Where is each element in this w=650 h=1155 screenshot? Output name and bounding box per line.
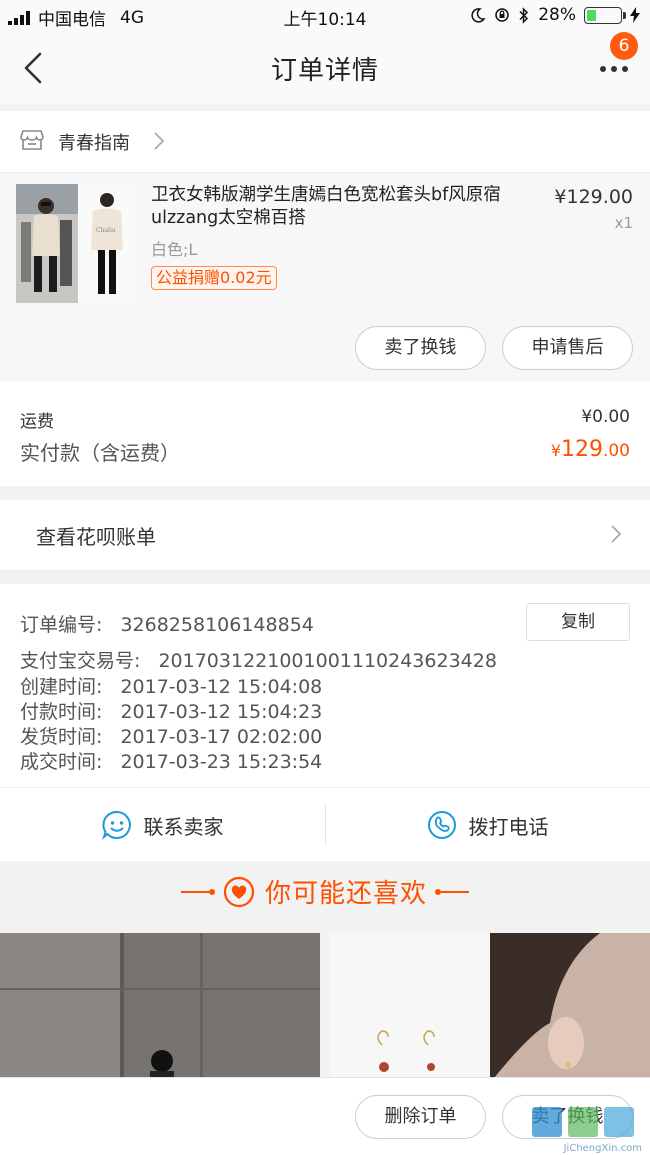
decor-line-left — [180, 888, 215, 895]
battery-percent: 28% — [538, 5, 576, 25]
heart-icon — [223, 876, 255, 907]
delete-order-button[interactable]: 删除订单 — [355, 1095, 486, 1139]
call-phone-label[interactable]: 拨打电话 — [469, 811, 549, 840]
bluetooth-icon — [519, 6, 529, 24]
recommend-header: 你可能还喜欢 — [0, 861, 650, 933]
alipay-trade-value: 2017031221001001110243623428 — [158, 650, 497, 672]
order-number-value: 3268258106148854 — [120, 614, 314, 636]
decor-line-right — [435, 888, 469, 895]
product-sku: 白色;L — [151, 240, 198, 259]
alipay-trade-row: 支付宝交易号: 2017031221001001110243623428 — [20, 646, 497, 673]
paid-decimal: .00 — [602, 441, 630, 461]
shipped-time-value: 2017-03-17 02:02:00 — [120, 726, 323, 748]
shipped-time-row: 发货时间: 2017-03-17 02:02:00 — [20, 722, 322, 749]
call-phone-button[interactable]: 拨打电话 — [325, 788, 650, 862]
shipping-value: ¥0.00 — [581, 407, 630, 427]
shop-row[interactable]: 青春指南 — [0, 111, 650, 173]
battery-icon — [584, 6, 626, 24]
copy-button[interactable]: 复制 — [526, 603, 630, 641]
paid-time-value: 2017-03-12 15:04:23 — [120, 701, 323, 723]
fee-summary: 运费 ¥0.00 实付款（含运费） ¥129.00 — [0, 381, 650, 486]
shipping-label: 运费 — [20, 412, 54, 432]
recommend-title-text: 你可能还喜欢 — [264, 879, 427, 909]
status-right: 28% — [470, 5, 640, 25]
created-time-value: 2017-03-12 15:04:08 — [120, 676, 323, 698]
status-bar: 中国电信 4G 上午10:14 28% — [0, 0, 650, 32]
paid-value: ¥129.00 — [551, 437, 630, 462]
order-number-label: 订单编号: — [20, 614, 103, 636]
sell-for-cash-button[interactable]: 卖了换钱 — [355, 326, 486, 370]
created-time-row: 创建时间: 2017-03-12 15:04:08 — [20, 672, 322, 699]
paid-time-label: 付款时间: — [20, 701, 103, 723]
completed-time-value: 2017-03-23 15:23:54 — [120, 751, 323, 773]
product-title[interactable]: 卫衣女韩版潮学生唐嫣白色宽松套头bf风原宿ulzzang太空棉百搭 — [151, 184, 536, 230]
chevron-right-icon — [611, 525, 622, 543]
shop-name[interactable]: 青春指南 — [58, 129, 130, 155]
order-item[interactable]: Chaliu 卫衣女韩版潮学生唐嫣白色宽松套头bf风原宿ulzzang太空棉百搭… — [0, 173, 650, 381]
rotation-lock-icon — [495, 8, 509, 22]
recommend-product-1[interactable] — [0, 933, 320, 1083]
contact-seller-button[interactable]: 联系卖家 — [0, 788, 325, 862]
contact-seller-label[interactable]: 联系卖家 — [144, 811, 224, 840]
apply-after-sale-button[interactable]: 申请售后 — [502, 326, 633, 370]
alipay-trade-label: 支付宝交易号: — [20, 650, 141, 672]
page-title: 订单详情 — [270, 56, 379, 86]
moon-icon — [471, 8, 486, 23]
order-number-row: 订单编号: 3268258106148854 — [20, 610, 314, 637]
nav-bar: 订单详情 6 — [0, 32, 650, 104]
paid-label: 实付款（含运费） — [20, 441, 180, 465]
huabei-label[interactable]: 查看花呗账单 — [36, 521, 156, 550]
recommend-product-2[interactable] — [330, 933, 650, 1083]
chevron-right-icon — [154, 132, 165, 150]
product-image-script: Chaliu — [96, 227, 116, 234]
shop-icon — [20, 130, 44, 150]
huabei-bill-row[interactable]: 查看花呗账单 — [0, 500, 650, 570]
recommend-title: 你可能还喜欢 — [0, 873, 650, 910]
paid-time-row: 付款时间: 2017-03-12 15:04:23 — [20, 697, 322, 724]
paid-currency: ¥ — [550, 441, 561, 460]
phone-icon — [427, 811, 456, 839]
contact-row: 联系卖家 拨打电话 — [0, 787, 650, 861]
product-quantity: x1 — [614, 214, 633, 232]
charging-icon — [630, 7, 640, 23]
paid-integer: 129 — [560, 437, 603, 462]
shipped-time-label: 发货时间: — [20, 726, 103, 748]
smile-chat-icon — [101, 810, 131, 840]
completed-time-row: 成交时间: 2017-03-23 15:23:54 — [20, 747, 322, 774]
charity-tag: 公益捐赠0.02元 — [151, 266, 277, 290]
product-image[interactable]: Chaliu — [16, 184, 135, 303]
notification-badge: 6 — [610, 32, 638, 60]
created-time-label: 创建时间: — [20, 676, 103, 698]
watermark-text: JiChengXin.com — [563, 1143, 642, 1154]
completed-time-label: 成交时间: — [20, 751, 103, 773]
product-price: ¥129.00 — [554, 186, 633, 208]
order-info: 订单编号: 3268258106148854 复制 支付宝交易号: 201703… — [0, 584, 650, 787]
